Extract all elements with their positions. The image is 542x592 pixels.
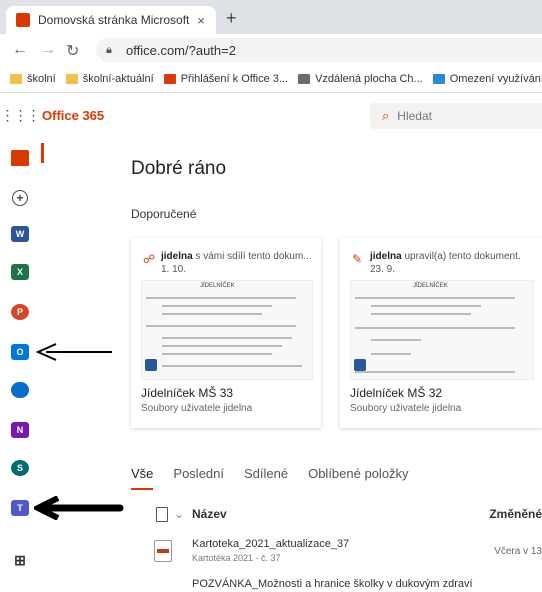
file-modified: Včera v 13 — [494, 546, 542, 557]
file-list-header: ⌄ Název Změněné — [148, 505, 542, 527]
outlook-icon[interactable]: O — [11, 344, 29, 360]
edit-icon: ✎ — [352, 252, 363, 266]
card-date: 23. 9. — [370, 264, 396, 275]
lock-icon: 🔒︎ — [106, 43, 112, 56]
share-icon: ☍ — [143, 252, 156, 266]
url-field[interactable]: 🔒︎ office.com/?auth=2 — [96, 38, 542, 62]
bookmark-item[interactable]: Přihlášení k Office 3... — [163, 73, 289, 85]
card-activity: jidelna upravil(a) tento dokument. 23. 9… — [370, 250, 540, 276]
card-action: s vámi sdílí tento dokum... — [192, 251, 312, 262]
active-indicator — [41, 143, 44, 163]
onenote-icon[interactable]: N — [11, 422, 29, 438]
thumb-heading: JÍDELNÍČEK — [200, 283, 235, 289]
card-file-name: Jídelníček MŠ 32 — [350, 386, 443, 400]
bookmark-item[interactable]: školní-aktuální — [65, 73, 154, 85]
office-header: ⋮⋮⋮ Office 365 ⌕ Hledat — [0, 100, 542, 130]
family-link-icon — [432, 74, 445, 84]
address-bar-row: ← → ↻ 🔒︎ office.com/?auth=2 — [0, 34, 542, 66]
teams-icon[interactable]: T — [11, 500, 29, 516]
recommended-card[interactable]: ✎ jidelna upravil(a) tento dokument. 23.… — [340, 238, 542, 428]
bookmark-label: školní — [27, 73, 56, 85]
bookmark-label: Přihlášení k Office 3... — [180, 73, 289, 85]
office-brand[interactable]: Office 365 — [42, 108, 104, 123]
card-file-location: Soubory uživatele jidelna — [350, 403, 462, 414]
card-file-location: Soubory uživatele jidelna — [141, 403, 253, 414]
card-action: upravil(a) tento dokument. — [401, 251, 521, 262]
home-icon[interactable] — [11, 150, 29, 166]
column-name[interactable]: Název — [192, 507, 227, 521]
browser-tab-strip: Domovská stránka Microsoft Offi × + — [0, 0, 542, 34]
all-apps-icon[interactable]: ⊞ — [11, 552, 29, 568]
column-modified[interactable]: Změněné — [489, 507, 542, 521]
file-type-icon[interactable] — [156, 507, 168, 522]
back-icon[interactable]: ← — [12, 41, 28, 59]
search-input[interactable]: ⌕ Hledat — [370, 103, 542, 129]
search-icon: ⌕ — [382, 108, 390, 123]
file-subtitle: Kartotéka 2021 - č. 37 — [192, 553, 281, 563]
remote-desktop-icon — [298, 74, 311, 84]
bookmark-label: Omezení využívání — [449, 73, 542, 85]
folder-icon — [65, 74, 78, 84]
sharepoint-icon[interactable]: S — [11, 460, 29, 476]
card-file-name: Jídelníček MŠ 33 — [141, 386, 234, 400]
card-actor: jidelna — [370, 251, 402, 262]
card-activity: jidelna s vámi sdílí tento dokum... 1. 1… — [161, 250, 316, 276]
card-actor: jidelna — [161, 251, 193, 262]
bookmark-label: školní-aktuální — [82, 73, 154, 85]
tab-shared[interactable]: Sdílené — [244, 466, 288, 490]
search-placeholder: Hledat — [397, 109, 432, 123]
create-icon[interactable]: + — [12, 190, 28, 206]
tab-favorites[interactable]: Oblíbené položky — [308, 466, 408, 490]
tab-recent[interactable]: Poslední — [173, 466, 224, 490]
bookmark-item[interactable]: Omezení využívání — [432, 73, 542, 85]
onedrive-icon[interactable] — [11, 382, 29, 398]
word-icon — [145, 359, 157, 371]
annotation-arrow — [35, 343, 112, 361]
tab-all[interactable]: Vše — [131, 466, 154, 490]
bookmarks-bar: školní školní-aktuální Přihlášení k Offi… — [0, 66, 542, 93]
office-icon — [163, 74, 176, 84]
document-thumbnail: JÍDELNÍČEK — [141, 280, 313, 380]
url-text: office.com/?auth=2 — [126, 42, 236, 58]
word-icon[interactable]: W — [11, 226, 29, 242]
new-tab-button[interactable]: + — [226, 8, 237, 29]
thumb-heading: JÍDELNÍČEK — [413, 283, 448, 289]
file-name: Kartoteka_2021_aktualizace_37 — [192, 538, 350, 550]
bookmark-label: Vzdálená plocha Ch... — [315, 73, 423, 85]
browser-tab[interactable]: Domovská stránka Microsoft Offi × — [6, 6, 216, 34]
close-tab-icon[interactable]: × — [192, 13, 210, 28]
pdf-file-icon — [154, 540, 172, 562]
greeting-heading: Dobré ráno — [131, 158, 227, 179]
document-thumbnail: JÍDELNÍČEK — [350, 280, 534, 380]
bookmark-item[interactable]: školní — [10, 73, 56, 85]
word-icon — [354, 359, 366, 371]
recommended-heading: Doporučené — [131, 207, 197, 221]
annotation-arrow — [34, 496, 124, 520]
bookmark-item[interactable]: Vzdálená plocha Ch... — [298, 73, 423, 85]
reload-icon[interactable]: ↻ — [66, 41, 79, 61]
file-row[interactable]: Kartoteka_2021_aktualizace_37 Kartotéka … — [148, 536, 542, 568]
app-launcher-icon[interactable]: ⋮⋮⋮ — [0, 107, 41, 124]
forward-icon[interactable]: → — [40, 41, 56, 59]
excel-icon[interactable]: X — [11, 264, 29, 280]
folder-icon — [10, 74, 22, 84]
chevron-down-icon[interactable]: ⌄ — [174, 507, 184, 521]
file-name: POZVÁNKA_Možnosti a hranice školky v duk… — [192, 578, 473, 590]
card-date: 1. 10. — [161, 264, 187, 275]
file-filter-tabs: Vše Poslední Sdílené Oblíbené položky — [131, 466, 542, 490]
powerpoint-icon[interactable]: P — [11, 304, 29, 320]
file-row[interactable]: POZVÁNKA_Možnosti a hranice školky v duk… — [148, 576, 542, 592]
tab-title: Domovská stránka Microsoft Offi — [38, 13, 192, 27]
office-favicon-icon — [16, 13, 30, 27]
recommended-card[interactable]: ☍ jidelna s vámi sdílí tento dokum... 1.… — [131, 238, 321, 428]
